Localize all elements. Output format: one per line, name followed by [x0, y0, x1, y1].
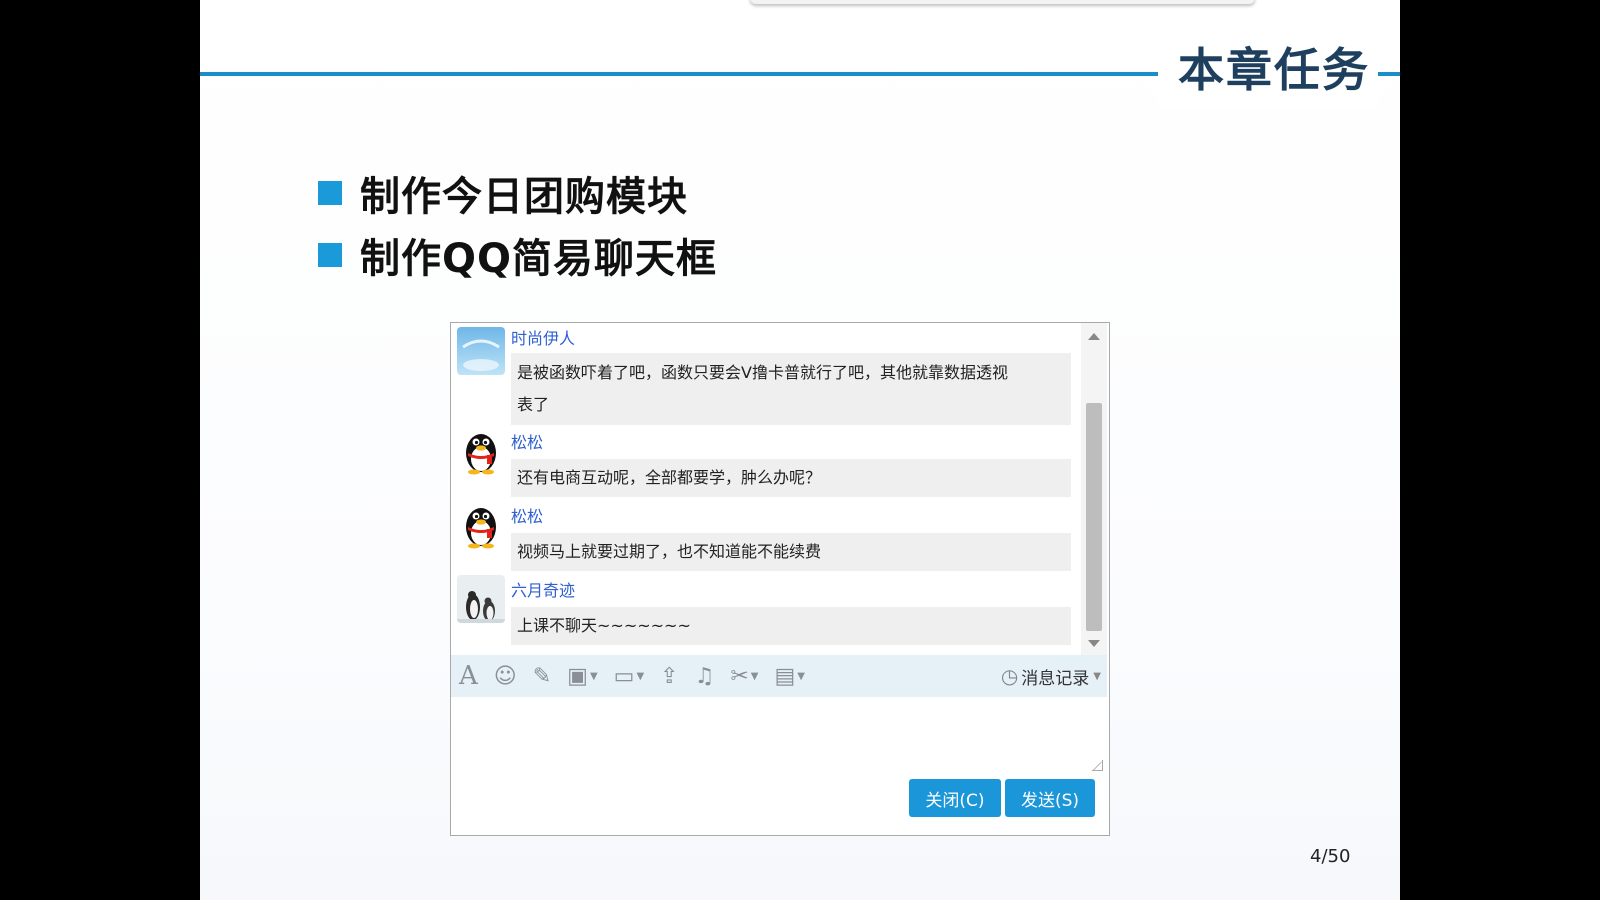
sender-name: 松松	[511, 433, 544, 452]
sky-avatar-icon	[457, 327, 505, 375]
page-number: 4/50	[1310, 846, 1351, 867]
music-icon[interactable]: ♫	[687, 655, 723, 697]
clock-icon: ◷	[1000, 664, 1019, 688]
magic-icon[interactable]: ✎	[525, 655, 559, 697]
scroll-down-arrow-icon[interactable]	[1088, 640, 1100, 647]
sender-name: 六月奇迹	[511, 581, 576, 600]
image-icon[interactable]: ▭ ▼	[606, 655, 653, 697]
task-item-label: 制作QQ简易聊天框	[360, 236, 718, 282]
more-icon[interactable]: ▤ ▼	[766, 655, 813, 697]
message-text: 还有电商互动呢，全部都要学，肿么办呢？	[517, 468, 822, 487]
message-scrollbar[interactable]	[1081, 323, 1107, 655]
close-button[interactable]: 关闭(C)	[909, 779, 1001, 817]
message-history-label: 消息记录	[1021, 668, 1090, 689]
message-input[interactable]	[451, 697, 1107, 775]
penguins-photo-icon	[457, 575, 505, 623]
message-text: 上课不聊天~~~~~~~	[517, 616, 691, 635]
screenshot-icon[interactable]: ▣ ▼	[559, 655, 606, 697]
message-text: 表了	[517, 395, 550, 414]
qq-penguin-icon	[457, 427, 505, 475]
message-bubble: 是被函数吓着了吧，函数只要会V撸卡普就行了吧，其他就靠数据透视 表了	[511, 353, 1071, 425]
chat-toolbar: A ☺ ✎ ▣ ▼ ▭ ▼ ⇪ ♫ ✂ ▼ ▤ ▼ ◷ 消息记录 ▼	[451, 655, 1107, 697]
resize-grip-icon[interactable]	[1092, 760, 1103, 771]
font-icon[interactable]: A	[451, 655, 486, 697]
message-text: 是被函数吓着了吧，函数只要会V撸卡普就行了吧，其他就靠数据透视	[517, 363, 1008, 382]
message-bubble: 还有电商互动呢，全部都要学，肿么办呢？	[511, 459, 1071, 497]
slide-title: 本章任务	[1178, 43, 1370, 97]
task-item-label: 制作今日团购模块	[360, 174, 688, 220]
task-list: 制作今日团购模块 制作QQ简易聊天框	[318, 162, 717, 286]
message-list[interactable]: 时尚伊人 是被函数吓着了吧，函数只要会V撸卡普就行了吧，其他就靠数据透视 表了	[451, 323, 1081, 655]
sender-name: 时尚伊人	[511, 329, 576, 348]
emoji-icon[interactable]: ☺	[486, 655, 525, 697]
send-button[interactable]: 发送(S)	[1005, 779, 1095, 817]
sender-name: 松松	[511, 507, 544, 526]
message-bubble: 上课不聊天~~~~~~~	[511, 607, 1071, 645]
chevron-down-icon: ▼	[1093, 670, 1101, 682]
qq-penguin-icon	[457, 501, 505, 549]
bullet-square-icon	[318, 181, 342, 205]
task-item: 制作今日团购模块	[318, 162, 717, 224]
message-history-button[interactable]: ◷ 消息记录 ▼	[1001, 655, 1101, 697]
scissors-icon[interactable]: ✂ ▼	[722, 655, 766, 697]
upload-icon[interactable]: ⇪	[652, 655, 686, 697]
top-tab	[750, 0, 1255, 4]
bullet-square-icon	[318, 243, 342, 267]
scroll-thumb[interactable]	[1086, 403, 1102, 631]
slide: 本章任务 制作今日团购模块 制作QQ简易聊天框 时尚伊人 是被函数吓着了吧，函数…	[200, 0, 1400, 900]
qq-chat-window: 时尚伊人 是被函数吓着了吧，函数只要会V撸卡普就行了吧，其他就靠数据透视 表了	[450, 322, 1110, 836]
message-text: 视频马上就要过期了，也不知道能不能续费	[517, 542, 822, 561]
task-item: 制作QQ简易聊天框	[318, 224, 717, 286]
message-bubble: 视频马上就要过期了，也不知道能不能续费	[511, 533, 1071, 571]
scroll-up-arrow-icon[interactable]	[1088, 333, 1100, 340]
